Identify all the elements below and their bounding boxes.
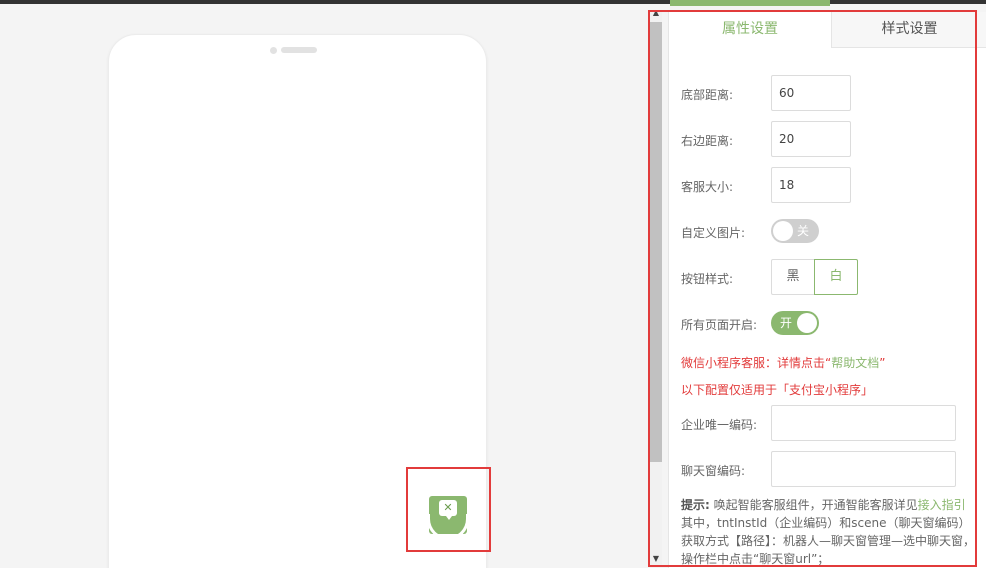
button-style-selector: 黑 白	[771, 259, 859, 295]
service-size-label: 客服大小:	[681, 180, 734, 194]
custom-image-toggle[interactable]: 关	[771, 219, 819, 243]
top-bar	[0, 0, 986, 4]
right-distance-input[interactable]	[771, 121, 851, 157]
settings-panel: 属性设置 样式设置 底部距离: 右边距离: 客服大小: 自定义图片: 关 按钮样…	[668, 12, 986, 568]
cs-chat-bubble: ✕	[439, 500, 457, 520]
tab-style[interactable]: 样式设置	[831, 12, 986, 48]
customer-service-icon[interactable]: ✕	[429, 496, 467, 534]
right-distance-label: 右边距离:	[681, 134, 734, 148]
enterprise-code-label: 企业唯一编码:	[681, 418, 758, 432]
phone-camera	[270, 47, 277, 54]
toggle-text: 关	[797, 224, 810, 238]
phone-speaker	[281, 47, 317, 53]
scroll-up-arrow-icon[interactable]: ▲	[650, 6, 662, 20]
tab-attributes[interactable]: 属性设置	[669, 12, 831, 48]
tip-text-2: 其中，tntInstId（企业编码）和scene（聊天窗编码）获取方式【路径】：…	[681, 516, 976, 566]
enterprise-code-input[interactable]	[771, 405, 956, 441]
bottom-distance-input[interactable]	[771, 75, 851, 111]
chat-window-code-label: 聊天窗编码:	[681, 464, 746, 478]
style-option-black[interactable]: 黑	[771, 259, 815, 295]
access-guide-link[interactable]: 接入指引	[918, 498, 966, 512]
wechat-note-suffix: ”	[879, 356, 886, 370]
top-bar-accent	[670, 0, 830, 6]
toggle-knob	[773, 221, 793, 241]
bottom-distance-label: 底部距离:	[681, 88, 734, 102]
settings-tabs: 属性设置 样式设置	[669, 12, 986, 48]
service-size-input[interactable]	[771, 167, 851, 203]
chat-window-code-input[interactable]	[771, 451, 956, 487]
custom-image-label: 自定义图片:	[681, 226, 746, 240]
scroll-down-arrow-icon[interactable]: ▼	[650, 552, 662, 566]
tip-label: 提示:	[681, 498, 710, 512]
toggle-text: 开	[780, 316, 793, 330]
button-style-label: 按钮样式:	[681, 272, 734, 286]
toggle-knob	[797, 313, 817, 333]
scrollbar-thumb[interactable]	[650, 22, 662, 462]
wechat-note-prefix: 微信小程序客服：详情点击“	[681, 356, 832, 370]
wechat-note: 微信小程序客服：详情点击“帮助文档”	[681, 354, 885, 371]
all-pages-label: 所有页面开启:	[681, 318, 758, 332]
tip-text: 提示: 唤起智能客服组件，开通智能客服详见接入指引 其中，tntInstId（企…	[681, 496, 981, 568]
all-pages-toggle[interactable]: 开	[771, 311, 819, 335]
alipay-only-note: 以下配置仅适用于「支付宝小程序」	[681, 383, 874, 397]
cs-close-icon: ✕	[443, 501, 453, 514]
tip-text-1: 唤起智能客服组件，开通智能客服详见	[713, 498, 918, 512]
style-option-white[interactable]: 白	[814, 259, 858, 295]
help-doc-link[interactable]: 帮助文档	[831, 356, 879, 370]
